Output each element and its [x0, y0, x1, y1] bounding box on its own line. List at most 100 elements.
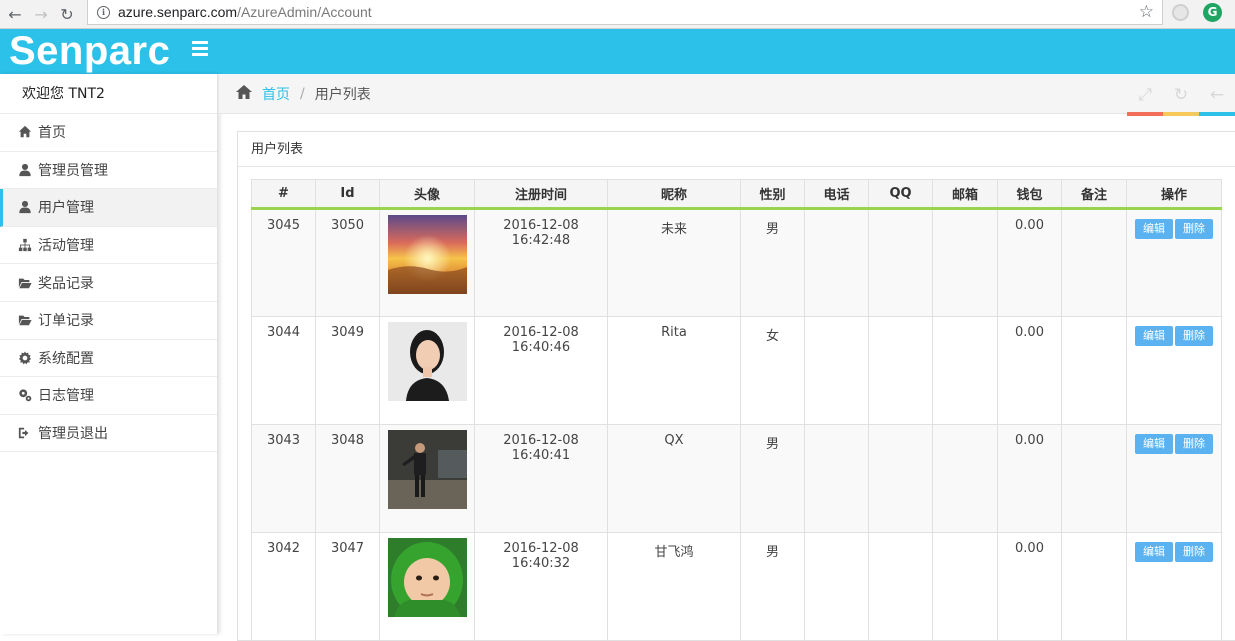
cell-email	[932, 532, 998, 641]
sidebar-item-label: 订单记录	[38, 313, 94, 330]
cell-email	[932, 208, 998, 317]
cell-id: 3047	[315, 532, 380, 641]
cell-time: 2016-12-08 16:40:41	[474, 424, 608, 533]
column-header: 操作	[1126, 179, 1222, 210]
sidebar-item[interactable]: 管理员退出	[0, 415, 217, 453]
actions-cell: 编辑 删除	[1126, 424, 1222, 533]
cell-email	[932, 316, 998, 425]
gear-icon	[17, 350, 32, 365]
cell-gender: 男	[740, 532, 805, 641]
refresh-icon[interactable]: ↻	[1163, 74, 1199, 116]
sign-out-icon	[17, 426, 32, 441]
home-icon	[17, 125, 32, 140]
sidebar-item-label: 用户管理	[38, 200, 94, 217]
column-header: 钱包	[997, 179, 1062, 210]
cell-note	[1061, 424, 1127, 533]
cell-qq	[868, 532, 933, 641]
grammarly-icon[interactable]: G	[1203, 3, 1222, 22]
sidebar-item[interactable]: 用户管理	[0, 189, 217, 227]
cell-nick: 未来	[607, 208, 741, 317]
edit-button[interactable]: 编辑	[1135, 434, 1173, 454]
table-row: 3042 3047 2016-12-08 16:40:32 甘飞鸿男 0.00 编辑 删除	[251, 532, 1222, 641]
cell-num: 3044	[251, 316, 316, 425]
cell-num: 3043	[251, 424, 316, 533]
sidebar-item[interactable]: 日志管理	[0, 377, 217, 415]
actions-cell: 编辑 删除	[1126, 208, 1222, 317]
cell-wallet: 0.00	[997, 532, 1062, 641]
reload-icon[interactable]: ↻	[54, 1, 80, 27]
cell-num: 3045	[251, 208, 316, 317]
star-icon[interactable]: ☆	[1139, 2, 1154, 22]
cell-note	[1061, 208, 1127, 317]
app-header: Senparc	[0, 29, 1235, 74]
cell-time: 2016-12-08 16:40:32	[474, 532, 608, 641]
column-header: #	[251, 179, 316, 210]
welcome-text: 欢迎您 TNT2	[0, 74, 217, 114]
cell-gender: 女	[740, 316, 805, 425]
column-header: 邮箱	[932, 179, 998, 210]
cell-phone	[804, 208, 869, 317]
fullscreen-icon[interactable]: ⤢	[1127, 74, 1163, 116]
table-row: 3044 3049 2016-12-08 16:40:46 Rita 女 0.00 编辑 删除	[251, 316, 1222, 425]
sidebar-item-label: 管理员管理	[38, 162, 108, 179]
breadcrumb-home-link[interactable]: 首页	[262, 84, 290, 104]
cell-nick: QX	[607, 424, 741, 533]
column-header: 昵称	[607, 179, 741, 210]
sitemap-icon	[17, 238, 32, 253]
sidebar-item[interactable]: 首页	[0, 114, 217, 152]
info-icon[interactable]: i	[97, 5, 110, 19]
breadcrumb-separator: /	[300, 85, 305, 102]
address-bar[interactable]: i azure.senparc.com/AzureAdmin/Account ☆	[87, 0, 1163, 25]
cell-qq	[868, 208, 933, 317]
cell-phone	[804, 424, 869, 533]
folder-open-icon	[17, 313, 32, 328]
edit-button[interactable]: 编辑	[1135, 326, 1173, 346]
sidebar-item[interactable]: 管理员管理	[0, 152, 217, 190]
cell-note	[1061, 532, 1127, 641]
user-list-panel: 用户列表 # Id 头像 注册时间 昵称 性别 电话 QQ 邮箱 钱包 备注 操作 3045 3050 2…	[237, 131, 1235, 641]
column-header: 备注	[1061, 179, 1127, 210]
gears-icon	[17, 388, 32, 403]
delete-button[interactable]: 删除	[1175, 326, 1213, 346]
sidebar-item[interactable]: 奖品记录	[0, 264, 217, 302]
breadcrumb: 首页 / 用户列表 ⤢ ↻ ←	[219, 74, 1235, 116]
user-icon	[17, 162, 32, 177]
cell-id: 3048	[315, 424, 380, 533]
sidebar-item-label: 日志管理	[38, 388, 94, 405]
avatar	[387, 430, 467, 509]
user-table: # Id 头像 注册时间 昵称 性别 电话 QQ 邮箱 钱包 备注 操作 3045 3050 2016-1…	[251, 179, 1222, 641]
delete-button[interactable]: 删除	[1175, 219, 1213, 239]
cell-wallet: 0.00	[997, 208, 1062, 317]
arrow-left-icon[interactable]: ←	[2, 1, 28, 27]
senparc-logo[interactable]: Senparc	[9, 30, 170, 72]
delete-button[interactable]: 删除	[1175, 434, 1213, 454]
cell-wallet: 0.00	[997, 424, 1062, 533]
arrow-right-icon[interactable]: →	[28, 1, 54, 27]
extension-icon[interactable]	[1172, 4, 1189, 21]
user-icon	[17, 200, 32, 215]
column-header: 头像	[379, 179, 475, 210]
sidebar-item-label: 管理员退出	[38, 426, 108, 443]
browser-toolbar: ← → ↻ i azure.senparc.com/AzureAdmin/Acc…	[0, 0, 1235, 29]
cell-email	[932, 424, 998, 533]
delete-button[interactable]: 删除	[1175, 542, 1213, 562]
sidebar-item[interactable]: 系统配置	[0, 340, 217, 378]
cell-phone	[804, 532, 869, 641]
sidebar-item-label: 奖品记录	[38, 275, 94, 292]
menu-toggle-icon[interactable]	[192, 41, 208, 58]
cell-time: 2016-12-08 16:42:48	[474, 208, 608, 317]
sidebar-item-label: 首页	[38, 125, 66, 142]
edit-button[interactable]: 编辑	[1135, 219, 1173, 239]
sidebar-item[interactable]: 订单记录	[0, 302, 217, 340]
back-icon[interactable]: ←	[1199, 74, 1235, 116]
cell-phone	[804, 316, 869, 425]
avatar	[387, 322, 467, 401]
home-icon[interactable]	[235, 84, 262, 104]
column-header: 电话	[804, 179, 869, 210]
cell-id: 3050	[315, 208, 380, 317]
url-host: azure.senparc.com	[118, 4, 238, 20]
column-header: QQ	[868, 179, 933, 210]
edit-button[interactable]: 编辑	[1135, 542, 1173, 562]
url-path: /AzureAdmin/Account	[237, 4, 372, 20]
sidebar-item[interactable]: 活动管理	[0, 227, 217, 265]
